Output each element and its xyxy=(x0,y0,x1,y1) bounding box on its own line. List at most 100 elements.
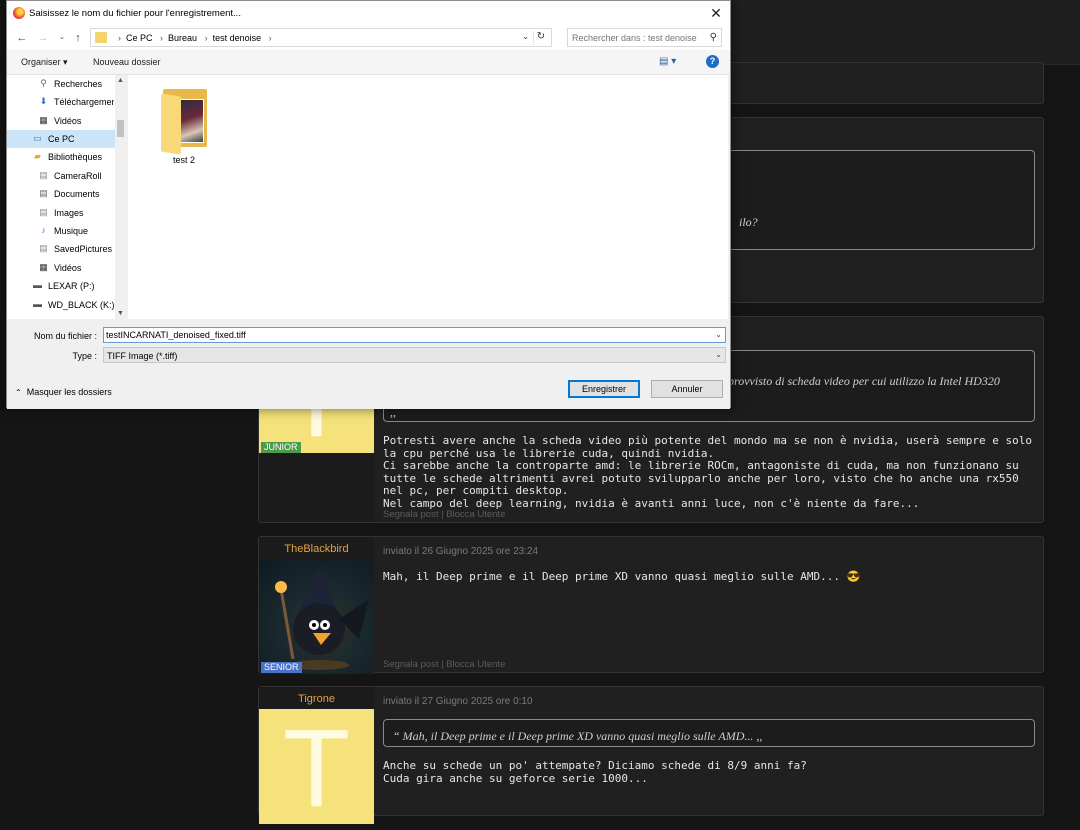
forum-top-bar xyxy=(730,0,1080,65)
new-folder-button[interactable]: Nouveau dossier xyxy=(93,57,161,67)
download-icon: ⬇ xyxy=(39,96,48,106)
folder-item[interactable]: test 2 xyxy=(154,85,214,171)
scrollbar-thumb[interactable] xyxy=(117,120,124,137)
document-icon: ▤ xyxy=(39,188,48,198)
filetype-value: TIFF Image (*.tiff) xyxy=(107,351,178,361)
nav-item-images[interactable]: ▤ Images xyxy=(7,204,114,222)
avatar[interactable] xyxy=(259,559,374,674)
up-arrow-icon[interactable]: ↑ xyxy=(71,31,85,45)
nav-item-documents[interactable]: ▤ Documents xyxy=(7,185,114,203)
nav-item-label: Recherches xyxy=(54,79,103,89)
post-body: Anche su schede un po' attempate? Diciam… xyxy=(383,759,807,785)
hide-folders-label: Masquer les dossiers xyxy=(26,387,112,397)
breadcrumb-item[interactable]: Ce PC xyxy=(126,33,153,43)
breadcrumb-item[interactable]: Bureau xyxy=(168,33,197,43)
nav-item-videos-library[interactable]: ▦ Vidéos xyxy=(7,259,114,277)
search-input[interactable] xyxy=(572,31,700,44)
filename-box[interactable]: ⌄ xyxy=(103,327,726,343)
nav-item-lexar[interactable]: ▬ LEXAR (P:) xyxy=(7,277,114,295)
nav-item-telechargements[interactable]: ⬇ Téléchargements xyxy=(7,93,114,111)
nav-item-wd-black[interactable]: ▬ WD_BLACK (K:) xyxy=(7,296,114,314)
nav-item-recherches[interactable]: ⚲ Recherches xyxy=(7,75,114,93)
navigation-bar: ← → ⌄ ↑ › Ce PC › Bureau › test denoise › ⌄… xyxy=(7,26,730,50)
quote-block: “ Mah, il Deep prime e il Deep prime XD … xyxy=(383,719,1035,747)
save-button[interactable]: Enregistrer xyxy=(568,380,640,398)
organize-button[interactable]: Organiser ▾ xyxy=(21,57,68,68)
nav-item-musique[interactable]: ♪ Musique xyxy=(7,222,114,240)
nav-item-label: WD_BLACK (K:) xyxy=(48,300,114,310)
nav-scrollbar[interactable]: ▲ ▼ xyxy=(115,75,126,319)
folder-icon: ▤ xyxy=(39,243,48,253)
forward-arrow-icon[interactable]: → xyxy=(36,31,50,45)
nav-item-label: Vidéos xyxy=(54,263,82,273)
dialog-toolbar: Organiser ▾ Nouveau dossier ▤ ▾ ? xyxy=(7,50,730,75)
dialog-title-bar: Saisissez le nom du fichier pour l'enreg… xyxy=(7,1,730,26)
post-footer-links[interactable]: Segnala post | Blocca Utente xyxy=(383,509,505,520)
post-meta: inviato il 26 Giugno 2025 ore 23:24 xyxy=(383,546,539,557)
firefox-icon xyxy=(13,7,25,19)
filetype-select[interactable]: TIFF Image (*.tiff) ⌄ xyxy=(103,347,726,363)
nav-item-label: Images xyxy=(54,208,84,218)
filename-input[interactable] xyxy=(106,329,706,341)
post-footer-links[interactable]: Segnala post | Blocca Utente xyxy=(383,659,505,670)
folder-icon xyxy=(95,32,107,43)
nav-item-cameraroll[interactable]: ▤ CameraRoll xyxy=(7,167,114,185)
bird-wizard-avatar xyxy=(275,567,369,670)
breadcrumb-item[interactable]: test denoise xyxy=(213,33,262,43)
chevron-up-icon: ⌃ xyxy=(15,388,22,397)
video-icon: ▦ xyxy=(39,262,48,272)
chevron-down-icon[interactable]: ⌄ xyxy=(522,32,529,41)
image-icon: ▤ xyxy=(39,207,48,217)
drive-icon: ▬ xyxy=(33,280,42,290)
quote-text: provvisto di scheda video per cui utiliz… xyxy=(728,374,1000,388)
nav-item-savedpictures[interactable]: ▤ SavedPictures xyxy=(7,240,114,258)
nav-item-label: Ce PC xyxy=(48,134,75,144)
quote-text: ilo? xyxy=(739,215,758,229)
post-meta: inviato il 27 Giugno 2025 ore 0:10 xyxy=(383,696,533,707)
nav-item-label: Musique xyxy=(54,226,89,236)
folder-icon: ▤ xyxy=(39,170,48,180)
refresh-icon[interactable]: ↻ xyxy=(533,31,548,45)
rank-badge: SENIOR xyxy=(261,662,302,673)
chevron-down-icon[interactable]: ▼ xyxy=(115,310,126,317)
author-name[interactable]: TheBlackbird xyxy=(259,543,374,555)
recent-locations-icon[interactable]: ⌄ xyxy=(55,31,69,45)
folder-name: test 2 xyxy=(172,155,195,165)
save-file-dialog: Saisissez le nom du fichier pour l'enreg… xyxy=(6,0,731,409)
help-icon[interactable]: ? xyxy=(706,55,719,68)
drive-icon: ▬ xyxy=(33,299,42,309)
nav-item-videos[interactable]: ▦ Vidéos xyxy=(7,112,114,130)
nav-item-label: Bibliothèques xyxy=(48,152,103,162)
nav-item-label: Téléchargements xyxy=(54,97,114,107)
search-icon[interactable]: ⚲ xyxy=(710,32,717,43)
avatar[interactable]: T xyxy=(259,709,374,829)
type-label: Type : xyxy=(72,351,97,361)
post-author-column: Tigrone T xyxy=(259,687,374,829)
file-list-pane: test 2 xyxy=(128,75,728,319)
author-name[interactable]: Tigrone xyxy=(259,693,374,705)
hide-folders-toggle[interactable]: ⌃ Masquer les dossiers xyxy=(15,387,112,397)
close-icon[interactable]: ✕ xyxy=(708,5,724,21)
folder-icon xyxy=(161,89,207,155)
address-bar[interactable]: › Ce PC › Bureau › test denoise › ⌄ ↻ xyxy=(90,28,552,47)
chevron-up-icon[interactable]: ▲ xyxy=(115,77,126,84)
view-options-icon[interactable]: ▤ ▾ xyxy=(659,56,676,67)
post-body: Potresti avere anche la scheda video più… xyxy=(383,434,1033,510)
nav-item-label: LEXAR (P:) xyxy=(48,281,95,291)
post-author-column: TheBlackbird SENIOR xyxy=(259,537,374,674)
nav-item-bibliotheques[interactable]: ▰ Bibliothèques xyxy=(7,148,114,166)
nav-item-ce-pc[interactable]: ▭ Ce PC xyxy=(7,130,126,148)
chevron-down-icon[interactable]: ⌄ xyxy=(715,330,722,339)
search-box[interactable]: ⚲ xyxy=(567,28,722,47)
chevron-down-icon[interactable]: ⌄ xyxy=(715,350,722,359)
forum-post: TheBlackbird SENIOR inviato il 26 Giugno… xyxy=(258,536,1044,674)
video-icon: ▦ xyxy=(39,115,48,125)
music-icon: ♪ xyxy=(41,225,46,235)
cancel-button[interactable]: Annuler xyxy=(651,380,723,398)
filename-label: Nom du fichier : xyxy=(33,331,97,341)
nav-item-label: CameraRoll xyxy=(54,171,102,181)
back-arrow-icon[interactable]: ← xyxy=(15,31,29,45)
save-options-area: Nom du fichier : ⌄ Type : TIFF Image (*.… xyxy=(7,319,730,409)
dialog-title: Saisissez le nom du fichier pour l'enreg… xyxy=(29,8,241,19)
nav-item-label: Documents xyxy=(54,189,100,199)
